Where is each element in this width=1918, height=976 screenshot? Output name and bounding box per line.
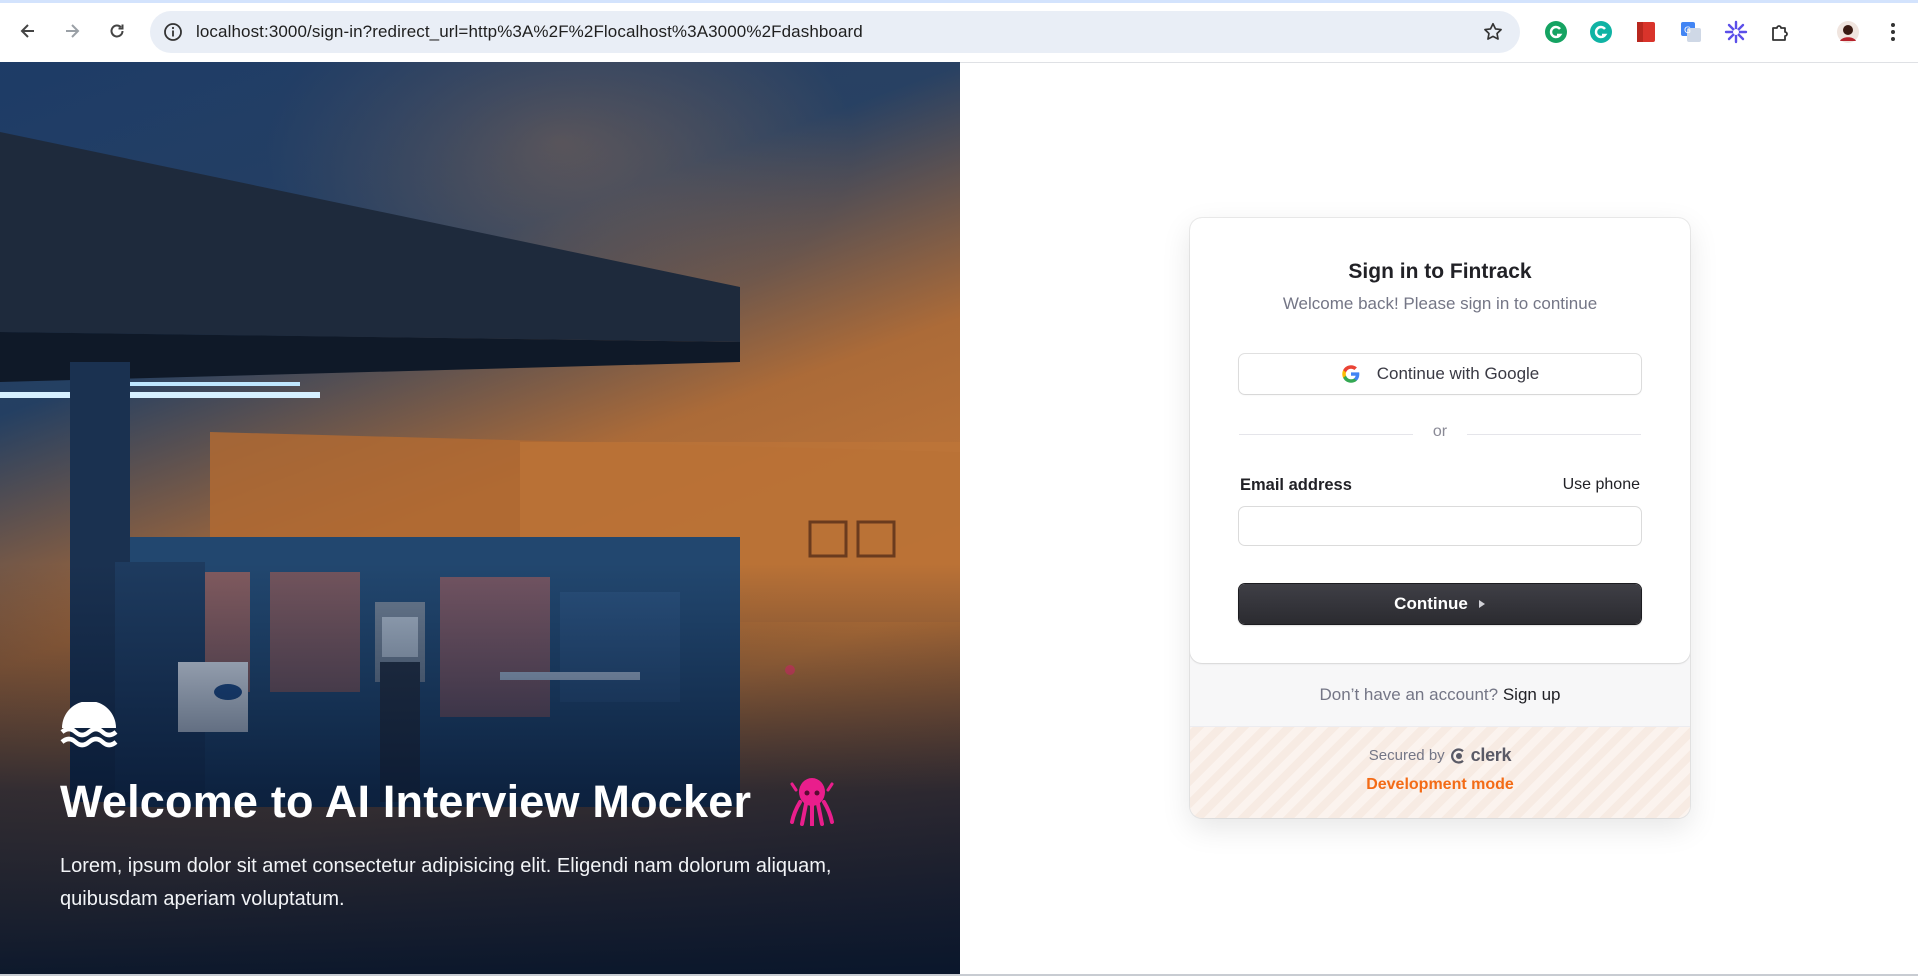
url-text[interactable]: localhost:3000/sign-in?redirect_url=http…	[196, 22, 863, 42]
hero-overlay	[0, 62, 960, 974]
google-translate-icon[interactable]: G	[1679, 20, 1703, 44]
pdf-reader-icon[interactable]	[1634, 20, 1658, 44]
development-mode-label: Development mode	[1366, 776, 1514, 793]
signin-title: Sign in to Fintrack	[1348, 260, 1532, 283]
signin-subtitle: Welcome back! Please sign in to continue	[1282, 294, 1598, 313]
grammarly-icon[interactable]	[1544, 20, 1568, 44]
clerk-wordmark: clerk	[1470, 745, 1512, 765]
reload-button[interactable]	[103, 17, 131, 45]
browser-toolbar: localhost:3000/sign-in?redirect_url=http…	[0, 0, 1918, 63]
forward-button[interactable]	[58, 17, 86, 45]
bookmark-star-icon[interactable]	[1482, 21, 1504, 43]
reload-icon	[110, 24, 124, 38]
divider-line-right	[1467, 434, 1641, 435]
back-button[interactable]	[14, 17, 42, 45]
continue-button[interactable]: Continue	[1239, 584, 1641, 624]
email-field[interactable]	[1239, 507, 1641, 545]
signin-card: Sign in to Fintrack Welcome back! Please…	[1190, 218, 1690, 818]
clerk-logo-icon	[1450, 747, 1464, 764]
no-account-text: Don’t have an account?	[1319, 685, 1499, 704]
hero-panel: Welcome to AI Interview Mocker Lorem, ip…	[0, 62, 960, 974]
grammarly-go-icon[interactable]	[1589, 20, 1613, 44]
extensions-puzzle-icon[interactable]	[1769, 20, 1793, 44]
site-info-icon[interactable]	[163, 22, 183, 42]
email-label: Email address	[1240, 476, 1352, 494]
use-phone-link[interactable]: Use phone	[1563, 476, 1640, 494]
continue-with-google-button[interactable]: Continue with Google	[1239, 354, 1641, 394]
secured-by-text: Secured by	[1368, 747, 1445, 764]
continue-button-label: Continue	[1394, 594, 1468, 613]
google-button-label: Continue with Google	[1376, 364, 1540, 383]
profile-avatar[interactable]	[1836, 20, 1860, 44]
tab-strip	[0, 0, 1918, 3]
secured-by-clerk[interactable]: Secured by clerk	[1190, 745, 1690, 766]
address-bar[interactable]: localhost:3000/sign-in?redirect_url=http…	[150, 11, 1520, 53]
sign-up-link[interactable]: Sign up	[1503, 685, 1561, 704]
hero-title: Welcome to AI Interview Mocker	[60, 776, 752, 827]
snowflake-extension-icon[interactable]	[1724, 20, 1748, 44]
google-icon	[1341, 365, 1360, 383]
back-icon	[20, 24, 34, 38]
dev-mode-banner	[1190, 727, 1690, 818]
svg-text:G: G	[1684, 26, 1691, 36]
caret-right-icon	[1478, 600, 1485, 608]
waves-logo-icon	[60, 702, 118, 748]
hero-description: Lorem, ipsum dolor sit amet consectetur …	[60, 855, 832, 910]
signin-card-main: Sign in to Fintrack Welcome back! Please…	[1190, 218, 1690, 663]
octopus-icon	[790, 778, 834, 826]
divider-or: or	[1432, 423, 1448, 440]
kebab-menu-icon[interactable]	[1881, 20, 1905, 44]
signup-prompt: Don’t have an account? Sign up	[1190, 685, 1690, 705]
forward-icon	[66, 24, 80, 38]
